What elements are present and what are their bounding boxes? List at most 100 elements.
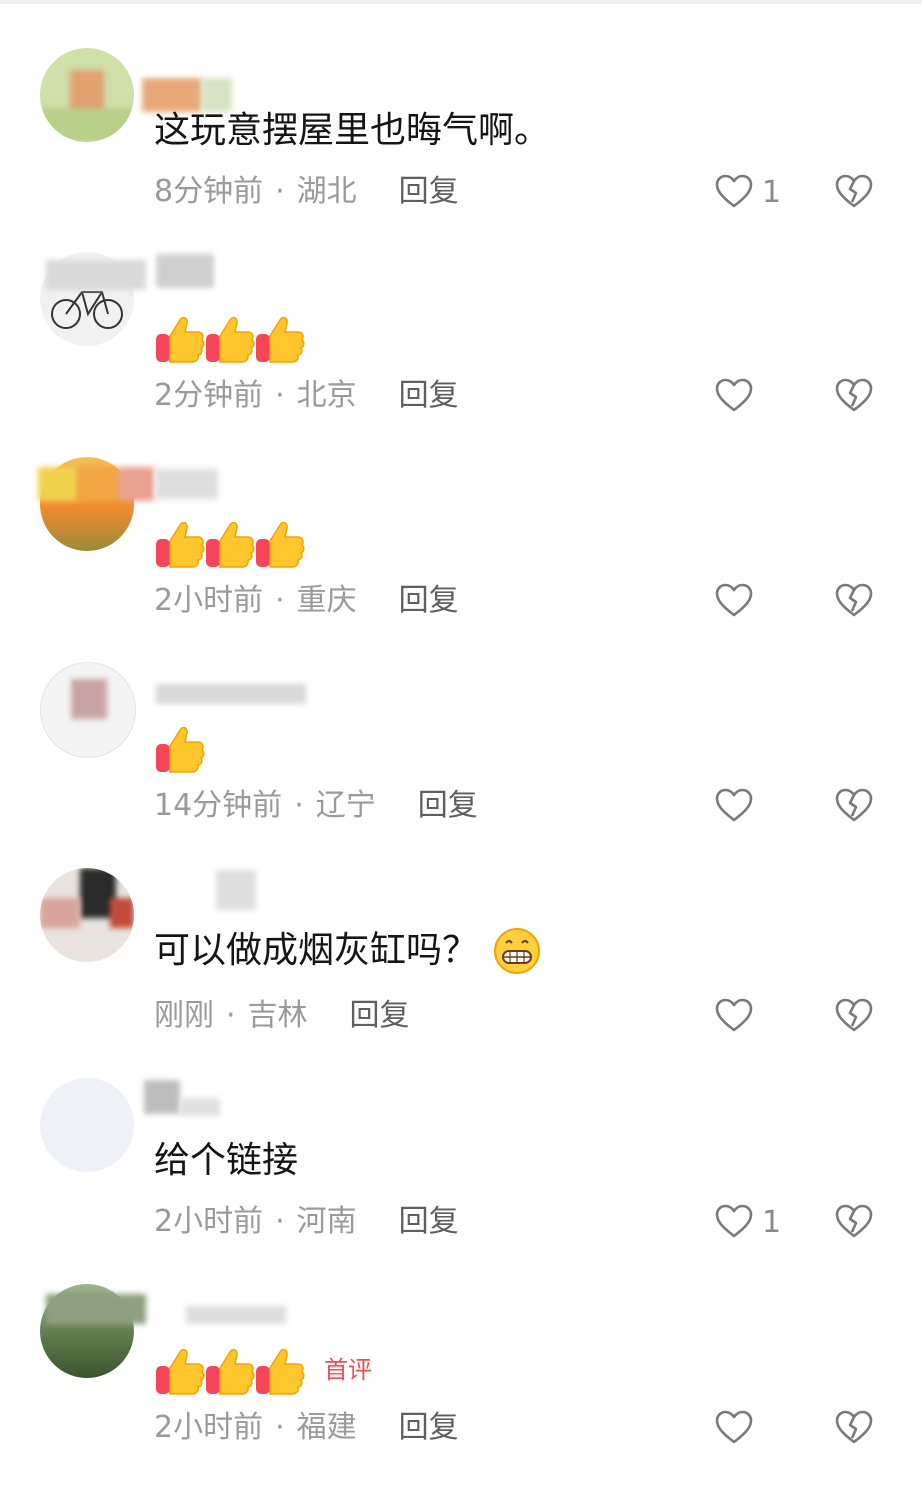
dislike-button[interactable] xyxy=(834,996,874,1036)
reply-button[interactable]: 回复 xyxy=(418,788,478,823)
broken-heart-icon xyxy=(835,378,873,412)
username-blurred[interactable] xyxy=(156,870,356,910)
comment-text: 给个链接 xyxy=(154,1140,299,1181)
like-button[interactable]: 1 xyxy=(714,1202,782,1242)
heart-outline-icon xyxy=(715,378,753,412)
separator-dot: · xyxy=(226,998,236,1033)
broken-heart-icon xyxy=(835,174,873,208)
comment-text: 可以做成烟灰缸吗？ xyxy=(154,926,542,976)
broken-heart-icon xyxy=(835,998,873,1032)
comment-time: 2小时前 xyxy=(154,1204,264,1239)
heart-outline-icon xyxy=(715,1204,753,1238)
dislike-button[interactable] xyxy=(834,1202,874,1242)
heart-outline-icon xyxy=(715,174,753,208)
comment-meta: 2小时前 · 河南 回复 xyxy=(154,1202,459,1242)
like-button[interactable] xyxy=(714,376,780,416)
thumbs-emoji-row: 首评 xyxy=(154,1344,372,1396)
comment-text: 这玩意摆屋里也晦气啊。 xyxy=(154,110,551,151)
reply-button[interactable]: 回复 xyxy=(350,998,410,1033)
comment-meta: 2分钟前 · 北京 回复 xyxy=(154,376,459,416)
comment-location: 福建 xyxy=(296,1410,357,1445)
like-button[interactable] xyxy=(714,786,780,826)
comment-time: 刚刚 xyxy=(154,998,214,1033)
reply-button[interactable]: 回复 xyxy=(399,1204,459,1239)
comment-meta: 14分钟前 · 辽宁 回复 xyxy=(154,786,478,826)
thumbs-up-emoji xyxy=(206,521,255,568)
thumbs-emoji-row xyxy=(154,517,305,569)
heart-outline-icon xyxy=(715,583,753,617)
broken-heart-icon xyxy=(835,1410,873,1444)
comment-time: 2小时前 xyxy=(154,1410,264,1445)
top-divider xyxy=(0,0,922,4)
comment-location: 辽宁 xyxy=(315,788,376,823)
comment-location: 河南 xyxy=(296,1204,357,1239)
comment-time: 2分钟前 xyxy=(154,378,264,413)
first-comment-badge: 首评 xyxy=(324,1356,372,1384)
dislike-button[interactable] xyxy=(834,1408,874,1448)
thumbs-up-emoji xyxy=(206,316,255,363)
like-button[interactable] xyxy=(714,581,780,621)
comment-location: 吉林 xyxy=(247,998,308,1033)
like-button[interactable] xyxy=(714,996,780,1036)
separator-dot: · xyxy=(275,1410,285,1445)
like-button[interactable]: 1 xyxy=(714,172,782,212)
dislike-button[interactable] xyxy=(834,581,874,621)
thumbs-up-emoji xyxy=(256,1348,305,1395)
comment-time: 14分钟前 xyxy=(154,788,283,823)
comment-item: 可以做成烟灰缸吗？ 刚刚 · 吉林 回复 xyxy=(0,868,922,1073)
comment-meta: 8分钟前 · 湖北 回复 xyxy=(154,172,459,212)
separator-dot: · xyxy=(275,174,285,209)
dislike-button[interactable] xyxy=(834,786,874,826)
thumbs-up-emoji xyxy=(156,1348,205,1395)
avatar[interactable] xyxy=(40,48,134,142)
comment-item: 2小时前 · 重庆 回复 xyxy=(0,457,922,662)
separator-dot: · xyxy=(275,1204,285,1239)
username-blurred[interactable] xyxy=(142,50,356,112)
thumbs-up-emoji xyxy=(156,521,205,568)
comment-item: 这玩意摆屋里也晦气啊。 8分钟前 · 湖北 回复 1 xyxy=(0,48,922,253)
comment-time: 2小时前 xyxy=(154,583,264,618)
comment-location: 重庆 xyxy=(296,583,357,618)
thumbs-emoji-row xyxy=(154,722,205,774)
comment-time: 8分钟前 xyxy=(154,174,264,209)
username-blurred[interactable] xyxy=(144,1080,356,1120)
dislike-button[interactable] xyxy=(834,172,874,212)
username-blurred[interactable] xyxy=(38,459,356,501)
comment-meta: 2小时前 · 重庆 回复 xyxy=(154,581,459,621)
comment-item: 给个链接 2小时前 · 河南 回复 1 xyxy=(0,1078,922,1283)
avatar[interactable] xyxy=(40,662,136,758)
avatar[interactable] xyxy=(40,868,134,962)
grin-emoji xyxy=(494,928,541,974)
comment-item: 14分钟前 · 辽宁 回复 xyxy=(0,662,922,867)
broken-heart-icon xyxy=(835,583,873,617)
reply-button[interactable]: 回复 xyxy=(399,583,459,618)
heart-outline-icon xyxy=(715,788,753,822)
reply-button[interactable]: 回复 xyxy=(399,1410,459,1445)
thumbs-emoji-row xyxy=(154,312,305,364)
comment-location: 湖北 xyxy=(296,174,357,209)
thumbs-up-emoji xyxy=(156,726,205,773)
heart-outline-icon xyxy=(715,998,753,1032)
reply-button[interactable]: 回复 xyxy=(399,174,459,209)
avatar[interactable] xyxy=(40,1078,134,1172)
username-blurred[interactable] xyxy=(46,1286,356,1326)
comment-meta: 2小时前 · 福建 回复 xyxy=(154,1408,459,1448)
reply-button[interactable]: 回复 xyxy=(399,378,459,413)
heart-outline-icon xyxy=(715,1410,753,1444)
separator-dot: · xyxy=(275,378,285,413)
separator-dot: · xyxy=(275,583,285,618)
like-count: 1 xyxy=(762,174,782,210)
broken-heart-icon xyxy=(835,788,873,822)
thumbs-up-emoji xyxy=(156,316,205,363)
comment-item: 首评 2小时前 · 福建 回复 xyxy=(0,1284,922,1489)
broken-heart-icon xyxy=(835,1204,873,1238)
separator-dot: · xyxy=(294,788,304,823)
username-blurred[interactable] xyxy=(156,664,356,704)
like-button[interactable] xyxy=(714,1408,780,1448)
dislike-button[interactable] xyxy=(834,376,874,416)
username-blurred[interactable] xyxy=(46,254,356,294)
comment-location: 北京 xyxy=(296,378,357,413)
thumbs-up-emoji xyxy=(206,1348,255,1395)
like-count: 1 xyxy=(762,1204,782,1240)
comment-meta: 刚刚 · 吉林 回复 xyxy=(154,996,410,1036)
